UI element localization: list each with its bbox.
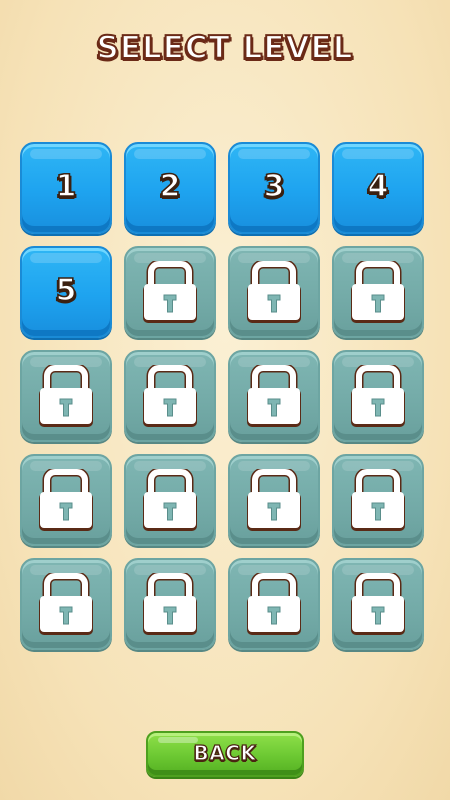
level-grid: 1 2 3 4 5 (20, 142, 430, 650)
locked-level-button[interactable] (20, 350, 112, 442)
locked-level-button[interactable] (20, 454, 112, 546)
lock-icon (243, 261, 305, 325)
level-button[interactable]: 4 (332, 142, 424, 234)
locked-level-button[interactable] (332, 558, 424, 650)
lock-icon (243, 573, 305, 637)
lock-icon (243, 365, 305, 429)
lock-icon (35, 365, 97, 429)
locked-level-button[interactable] (124, 350, 216, 442)
locked-level-button[interactable] (332, 350, 424, 442)
locked-level-button[interactable] (124, 246, 216, 338)
lock-icon (347, 365, 409, 429)
locked-level-button[interactable] (228, 246, 320, 338)
level-button[interactable]: 5 (20, 246, 112, 338)
lock-icon (139, 573, 201, 637)
level-number: 3 (263, 168, 285, 205)
locked-level-button[interactable] (124, 454, 216, 546)
level-number: 4 (367, 168, 389, 205)
lock-icon (139, 365, 201, 429)
lock-icon (347, 573, 409, 637)
lock-icon (347, 261, 409, 325)
locked-level-button[interactable] (20, 558, 112, 650)
level-number: 2 (159, 168, 181, 205)
lock-icon (139, 469, 201, 533)
back-button[interactable]: BACK (146, 731, 304, 777)
lock-icon (243, 469, 305, 533)
locked-level-button[interactable] (228, 350, 320, 442)
locked-level-button[interactable] (228, 454, 320, 546)
level-button[interactable]: 3 (228, 142, 320, 234)
back-button-label: BACK (193, 740, 257, 765)
level-button[interactable]: 1 (20, 142, 112, 234)
level-button[interactable]: 2 (124, 142, 216, 234)
lock-icon (35, 573, 97, 637)
level-number: 5 (55, 272, 77, 309)
level-number: 1 (55, 168, 77, 205)
lock-icon (35, 469, 97, 533)
locked-level-button[interactable] (228, 558, 320, 650)
lock-icon (139, 261, 201, 325)
locked-level-button[interactable] (332, 246, 424, 338)
page-title: SELECT LEVEL (96, 29, 354, 67)
locked-level-button[interactable] (332, 454, 424, 546)
locked-level-button[interactable] (124, 558, 216, 650)
lock-icon (347, 469, 409, 533)
